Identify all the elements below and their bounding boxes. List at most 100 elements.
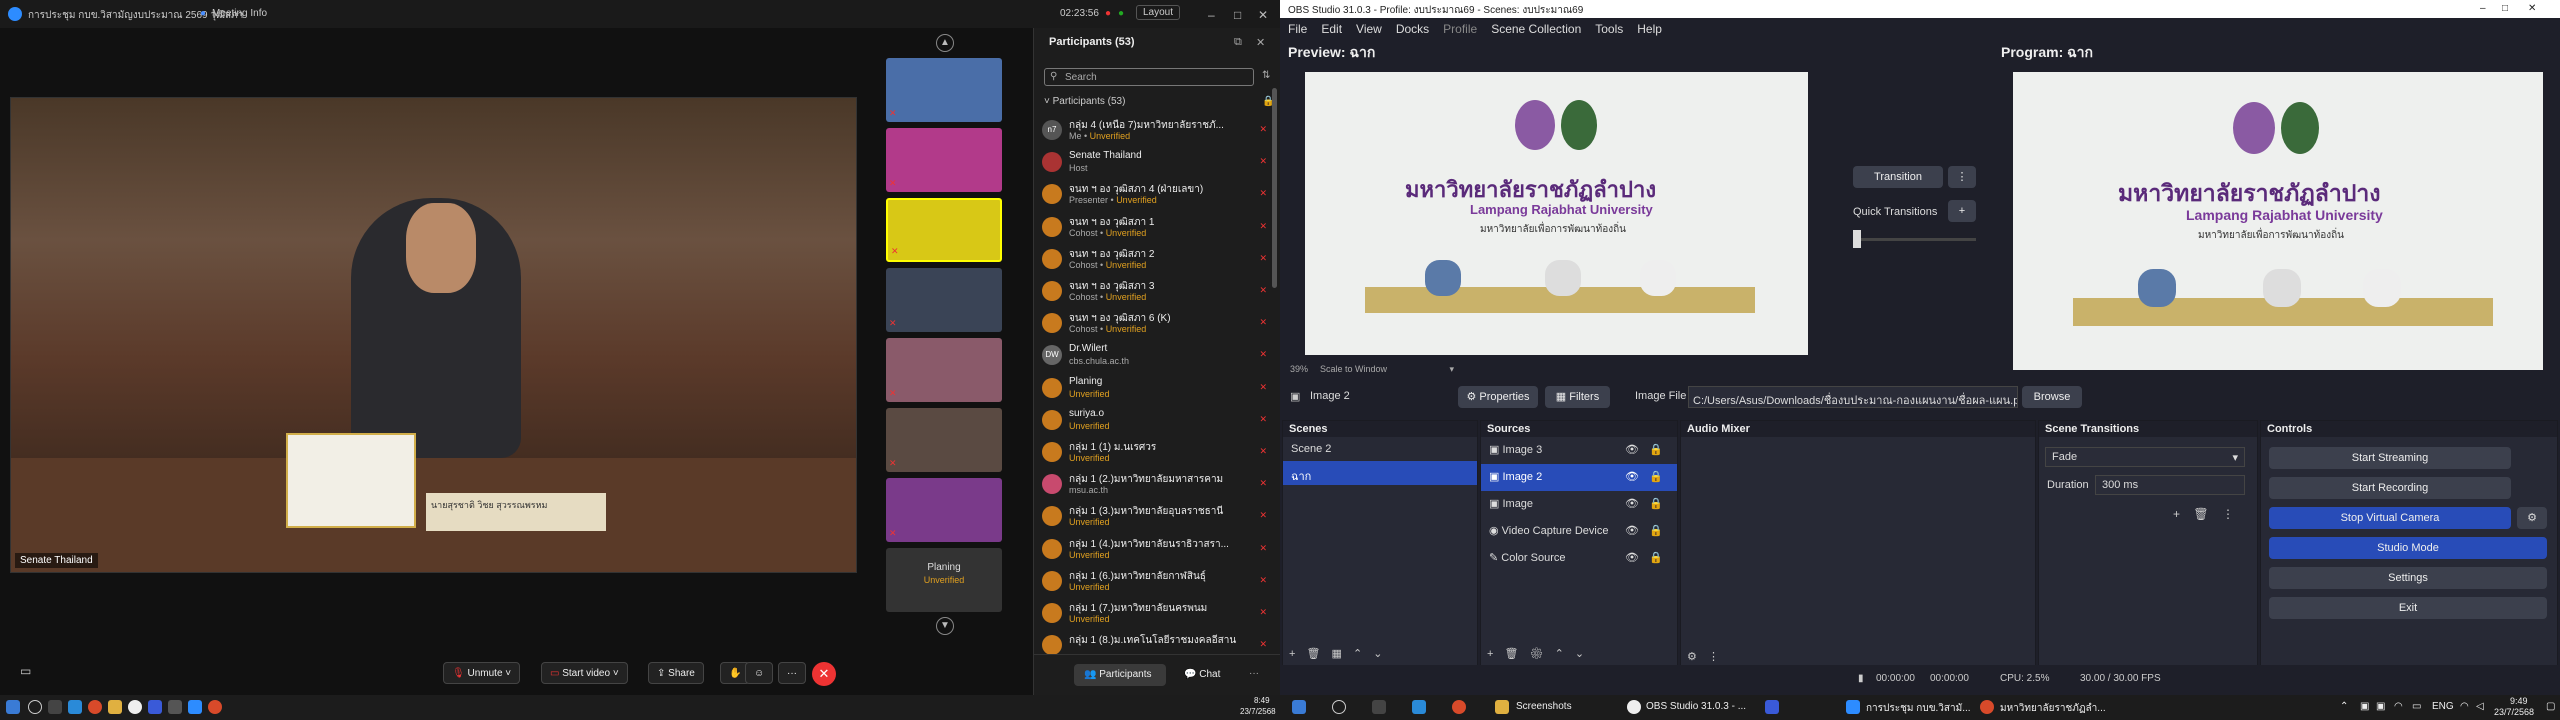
add-icon[interactable]: + — [1948, 200, 1976, 222]
participant-row[interactable]: จนท ฯ อง วุฒิสภา 2 Cohost • Unverified ✕ — [1042, 245, 1277, 277]
delete-icon[interactable]: 🗑 — [1505, 648, 1519, 660]
participant-row[interactable]: จนท ฯ อง วุฒิสภา 4 (ฝ่ายเลขา) Presenter … — [1042, 180, 1277, 212]
video-tile-planing[interactable]: Planing Unverified — [886, 548, 1002, 612]
source-item[interactable]: ▣ Image 2 👁 🔒 — [1481, 464, 1677, 491]
tray-chevron-icon[interactable]: ⌃ — [2340, 701, 2348, 712]
tbar-slider-track[interactable] — [1853, 238, 1976, 241]
participants-tab[interactable]: 👥 Participants — [1074, 664, 1166, 686]
wifi-icon[interactable]: ◠ — [2394, 701, 2403, 712]
task-view-icon[interactable] — [1372, 700, 1386, 714]
file-explorer-icon[interactable] — [108, 700, 122, 714]
video-tile[interactable]: ✕ — [886, 408, 1002, 472]
close-icon[interactable]: ✕ — [1258, 8, 1268, 22]
menu-file[interactable]: File — [1288, 22, 1307, 36]
app-icon[interactable] — [1765, 700, 1779, 714]
scene-item[interactable]: Scene 2 — [1283, 437, 1477, 461]
taskbar-app-chrome[interactable]: มหาวิทยาลัยราชภัฏลำ... — [2000, 701, 2106, 716]
reactions-button[interactable]: ☺ — [745, 662, 774, 684]
captions-icon[interactable]: ▭ — [20, 664, 31, 678]
add-icon[interactable]: + — [1487, 648, 1493, 660]
start-recording-button[interactable]: Start Recording — [2269, 477, 2511, 499]
eye-icon[interactable]: 👁 — [1625, 443, 1639, 456]
chrome-icon[interactable] — [1452, 700, 1466, 714]
zoom-icon[interactable] — [188, 700, 202, 714]
language-indicator[interactable]: ENG — [2432, 701, 2454, 712]
lock-icon[interactable]: 🔒 — [1649, 497, 1663, 510]
start-icon[interactable] — [1292, 700, 1306, 714]
more-icon[interactable]: ⋮ — [1708, 651, 1719, 663]
scene-item[interactable]: ฉาก — [1283, 461, 1477, 485]
meeting-info-button[interactable]: Meeting Info — [212, 8, 267, 19]
video-tile[interactable]: ✕ — [886, 198, 1002, 262]
move-down-icon[interactable]: ⌄ — [1575, 648, 1584, 660]
sort-icon[interactable]: ⇅ — [1262, 70, 1270, 81]
more-icon[interactable]: ⋮ — [2222, 507, 2234, 521]
browse-button[interactable]: Browse — [2022, 386, 2082, 408]
info-icon[interactable]: ● — [200, 8, 206, 19]
source-item[interactable]: ✎ Color Source 👁 🔒 — [1481, 545, 1677, 572]
search-icon[interactable] — [1332, 700, 1346, 714]
folder-icon[interactable] — [1495, 700, 1509, 714]
menu-scene-collection[interactable]: Scene Collection — [1491, 22, 1581, 36]
video-tile[interactable]: ✕ — [886, 478, 1002, 542]
notification-icon[interactable]: ▢ — [2546, 701, 2555, 712]
video-tile[interactable]: ✕ — [886, 58, 1002, 122]
settings-button[interactable]: Settings — [2269, 567, 2547, 589]
start-streaming-button[interactable]: Start Streaming — [2269, 447, 2511, 469]
lock-icon[interactable]: 🔒 — [1649, 524, 1663, 537]
start-video-button[interactable]: ▭ Start video ˅ — [541, 662, 628, 684]
virtual-camera-settings-icon[interactable]: ⚙ — [2517, 507, 2547, 529]
more-options-icon[interactable]: ··· — [1249, 668, 1259, 679]
date[interactable]: 23/7/2568 — [2494, 707, 2534, 717]
eye-icon[interactable]: 👁 — [1625, 497, 1639, 510]
participant-row[interactable]: กลุ่ม 1 (3.)มหาวิทยาลัยอุบลราชธานี Unver… — [1042, 502, 1277, 534]
layout-button[interactable]: Layout — [1136, 5, 1181, 20]
image-file-path-input[interactable]: C:/Users/Asus/Downloads/ชื่องบประมาณ-กอง… — [1688, 386, 2018, 408]
filters-button[interactable]: ▦ Filters — [1545, 386, 1610, 408]
close-icon[interactable]: ✕ — [2528, 3, 2536, 14]
properties-button[interactable]: ⚙ Properties — [1458, 386, 1538, 408]
chrome-icon[interactable] — [88, 700, 102, 714]
participant-row[interactable]: Senate Thailand Host ✕ — [1042, 148, 1277, 180]
scale-select[interactable]: Scale to Window ▾ — [1320, 364, 1454, 375]
participants-subheader[interactable]: ˅ Participants (53) — [1044, 96, 1125, 107]
transition-button[interactable]: Transition — [1853, 166, 1943, 188]
transition-select[interactable]: Fade ▾ — [2045, 447, 2245, 467]
video-tile[interactable]: ✕ — [886, 128, 1002, 192]
menu-edit[interactable]: Edit — [1321, 22, 1342, 36]
add-icon[interactable]: + — [2173, 507, 2180, 521]
participant-row[interactable]: กลุ่ม 1 (1) ม.นเรศวร Unverified ✕ — [1042, 438, 1277, 470]
scroll-down-icon[interactable]: ▼ — [936, 617, 954, 635]
gear-icon[interactable]: ⚙ — [1530, 648, 1544, 660]
popout-icon[interactable]: ⧉ — [1234, 36, 1242, 49]
close-panel-icon[interactable]: ✕ — [1256, 36, 1265, 49]
edge-icon[interactable] — [1412, 700, 1426, 714]
participant-row[interactable]: จนท ฯ อง วุฒิสภา 3 Cohost • Unverified ✕ — [1042, 277, 1277, 309]
task-view-icon[interactable] — [48, 700, 62, 714]
zoom-level[interactable]: 39% — [1290, 364, 1308, 374]
lock-icon[interactable]: 🔒 — [1649, 551, 1663, 564]
lock-icon[interactable]: 🔒 — [1649, 443, 1663, 456]
participant-row[interactable]: n7 กลุ่ม 4 (เหนือ 7)มหาวิทยาลัยราชภั... … — [1042, 116, 1277, 148]
video-tile[interactable]: ✕ — [886, 338, 1002, 402]
battery-icon[interactable]: ▭ — [2412, 701, 2421, 712]
add-icon[interactable]: + — [1289, 648, 1295, 660]
menu-help[interactable]: Help — [1637, 22, 1662, 36]
start-icon[interactable] — [6, 700, 20, 714]
preview-canvas[interactable]: มหาวิทยาลัยราชภัฏลำปาง Lampang Rajabhat … — [1305, 72, 1808, 355]
chrome-icon[interactable] — [1980, 700, 1994, 714]
source-item[interactable]: ▣ Image 3 👁 🔒 — [1481, 437, 1677, 464]
studio-mode-button[interactable]: Studio Mode — [2269, 537, 2547, 559]
search-icon[interactable] — [28, 700, 42, 714]
participant-row[interactable]: จนท ฯ อง วุฒิสภา 6 (K) Cohost • Unverifi… — [1042, 309, 1277, 341]
video-tile[interactable]: ✕ — [886, 268, 1002, 332]
tray-app-icon[interactable]: ▣ — [2360, 701, 2369, 712]
wifi-icon[interactable]: ◠ — [2460, 701, 2469, 712]
filter-icon[interactable]: ▦ — [1332, 648, 1342, 660]
unmute-button[interactable]: 🎙 Unmute ˅ — [443, 662, 521, 684]
gear-icon[interactable]: ⚙ — [1687, 651, 1697, 663]
participant-row[interactable]: Planing Unverified ✕ — [1042, 374, 1277, 406]
share-button[interactable]: ⇪ Share — [648, 662, 704, 684]
eye-icon[interactable]: 👁 — [1625, 470, 1639, 483]
menu-docks[interactable]: Docks — [1396, 22, 1429, 36]
